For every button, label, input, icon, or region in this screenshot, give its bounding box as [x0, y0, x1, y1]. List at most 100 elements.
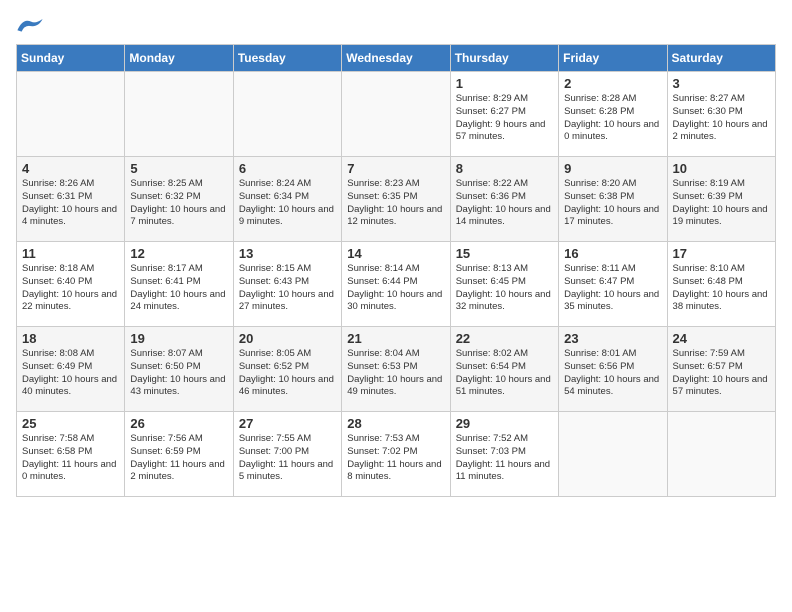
day-info: Sunrise: 8:19 AM Sunset: 6:39 PM Dayligh…	[673, 178, 770, 229]
day-info: Sunrise: 8:20 AM Sunset: 6:38 PM Dayligh…	[564, 178, 661, 229]
day-number: 9	[564, 161, 661, 176]
day-number: 21	[347, 331, 444, 346]
calendar-cell: 13 Sunrise: 8:15 AM Sunset: 6:43 PM Dayli…	[233, 242, 341, 327]
calendar-body: 1 Sunrise: 8:29 AM Sunset: 6:27 PM Daylig…	[17, 72, 776, 497]
calendar-cell: 28 Sunrise: 7:53 AM Sunset: 7:02 PM Dayli…	[342, 412, 450, 497]
day-info: Sunrise: 8:22 AM Sunset: 6:36 PM Dayligh…	[456, 178, 553, 229]
day-number: 29	[456, 416, 553, 431]
day-number: 6	[239, 161, 336, 176]
weekday-header-friday: Friday	[559, 45, 667, 72]
day-info: Sunrise: 7:53 AM Sunset: 7:02 PM Dayligh…	[347, 433, 444, 484]
day-number: 3	[673, 76, 770, 91]
calendar-cell	[233, 72, 341, 157]
day-number: 12	[130, 246, 227, 261]
calendar-cell: 5 Sunrise: 8:25 AM Sunset: 6:32 PM Daylig…	[125, 157, 233, 242]
calendar-cell: 24 Sunrise: 7:59 AM Sunset: 6:57 PM Dayli…	[667, 327, 775, 412]
calendar-cell: 2Sunrise: 8:28 AM Sunset: 6:28 PM Daylig…	[559, 72, 667, 157]
calendar-cell: 8 Sunrise: 8:22 AM Sunset: 6:36 PM Daylig…	[450, 157, 558, 242]
day-number: 7	[347, 161, 444, 176]
day-number: 15	[456, 246, 553, 261]
calendar-cell: 29 Sunrise: 7:52 AM Sunset: 7:03 PM Dayli…	[450, 412, 558, 497]
day-info: Sunrise: 8:14 AM Sunset: 6:44 PM Dayligh…	[347, 263, 444, 314]
day-number: 11	[22, 246, 119, 261]
day-number: 27	[239, 416, 336, 431]
day-info: Sunrise: 8:26 AM Sunset: 6:31 PM Dayligh…	[22, 178, 119, 229]
day-number: 2	[564, 76, 661, 91]
day-number: 4	[22, 161, 119, 176]
calendar-cell: 25 Sunrise: 7:58 AM Sunset: 6:58 PM Dayli…	[17, 412, 125, 497]
calendar-cell: 17 Sunrise: 8:10 AM Sunset: 6:48 PM Dayli…	[667, 242, 775, 327]
day-info: Sunrise: 7:55 AM Sunset: 7:00 PM Dayligh…	[239, 433, 336, 484]
day-number: 10	[673, 161, 770, 176]
calendar-cell: 6 Sunrise: 8:24 AM Sunset: 6:34 PM Daylig…	[233, 157, 341, 242]
calendar-cell: 19 Sunrise: 8:07 AM Sunset: 6:50 PM Dayli…	[125, 327, 233, 412]
calendar-cell: 7 Sunrise: 8:23 AM Sunset: 6:35 PM Daylig…	[342, 157, 450, 242]
day-info: Sunrise: 8:04 AM Sunset: 6:53 PM Dayligh…	[347, 348, 444, 399]
calendar-week-row: 18 Sunrise: 8:08 AM Sunset: 6:49 PM Dayli…	[17, 327, 776, 412]
calendar-cell: 10 Sunrise: 8:19 AM Sunset: 6:39 PM Dayli…	[667, 157, 775, 242]
weekday-header-saturday: Saturday	[667, 45, 775, 72]
calendar-cell: 15 Sunrise: 8:13 AM Sunset: 6:45 PM Dayli…	[450, 242, 558, 327]
calendar-cell: 4 Sunrise: 8:26 AM Sunset: 6:31 PM Daylig…	[17, 157, 125, 242]
day-info: Sunrise: 8:15 AM Sunset: 6:43 PM Dayligh…	[239, 263, 336, 314]
day-info: Sunrise: 8:13 AM Sunset: 6:45 PM Dayligh…	[456, 263, 553, 314]
day-number: 5	[130, 161, 227, 176]
calendar-week-row: 11 Sunrise: 8:18 AM Sunset: 6:40 PM Dayli…	[17, 242, 776, 327]
day-number: 1	[456, 76, 553, 91]
calendar-cell	[125, 72, 233, 157]
day-info: Sunrise: 8:24 AM Sunset: 6:34 PM Dayligh…	[239, 178, 336, 229]
calendar-week-row: 4 Sunrise: 8:26 AM Sunset: 6:31 PM Daylig…	[17, 157, 776, 242]
calendar-cell: 1 Sunrise: 8:29 AM Sunset: 6:27 PM Daylig…	[450, 72, 558, 157]
calendar-cell: 22 Sunrise: 8:02 AM Sunset: 6:54 PM Dayli…	[450, 327, 558, 412]
weekday-header-wednesday: Wednesday	[342, 45, 450, 72]
weekday-header-row: SundayMondayTuesdayWednesdayThursdayFrid…	[17, 45, 776, 72]
day-info: Sunrise: 8:23 AM Sunset: 6:35 PM Dayligh…	[347, 178, 444, 229]
day-info: Sunrise: 8:18 AM Sunset: 6:40 PM Dayligh…	[22, 263, 119, 314]
logo	[16, 16, 44, 36]
weekday-header-thursday: Thursday	[450, 45, 558, 72]
day-info: Sunrise: 8:07 AM Sunset: 6:50 PM Dayligh…	[130, 348, 227, 399]
day-info: Sunrise: 8:27 AM Sunset: 6:30 PM Dayligh…	[673, 93, 770, 144]
day-info: Sunrise: 8:10 AM Sunset: 6:48 PM Dayligh…	[673, 263, 770, 314]
day-info: Sunrise: 8:02 AM Sunset: 6:54 PM Dayligh…	[456, 348, 553, 399]
logo-bird-icon	[16, 16, 44, 36]
calendar-week-row: 1 Sunrise: 8:29 AM Sunset: 6:27 PM Daylig…	[17, 72, 776, 157]
day-info: Sunrise: 8:29 AM Sunset: 6:27 PM Dayligh…	[456, 93, 553, 144]
weekday-header-sunday: Sunday	[17, 45, 125, 72]
day-info: Sunrise: 7:58 AM Sunset: 6:58 PM Dayligh…	[22, 433, 119, 484]
calendar-cell: 26Sunrise: 7:56 AM Sunset: 6:59 PM Dayli…	[125, 412, 233, 497]
calendar-cell	[559, 412, 667, 497]
day-info: Sunrise: 8:05 AM Sunset: 6:52 PM Dayligh…	[239, 348, 336, 399]
calendar-cell: 18 Sunrise: 8:08 AM Sunset: 6:49 PM Dayli…	[17, 327, 125, 412]
day-number: 23	[564, 331, 661, 346]
day-number: 17	[673, 246, 770, 261]
calendar-table: SundayMondayTuesdayWednesdayThursdayFrid…	[16, 44, 776, 497]
calendar-cell: 9 Sunrise: 8:20 AM Sunset: 6:38 PM Daylig…	[559, 157, 667, 242]
day-number: 28	[347, 416, 444, 431]
weekday-header-tuesday: Tuesday	[233, 45, 341, 72]
calendar-cell: 3 Sunrise: 8:27 AM Sunset: 6:30 PM Daylig…	[667, 72, 775, 157]
day-info: Sunrise: 8:17 AM Sunset: 6:41 PM Dayligh…	[130, 263, 227, 314]
calendar-cell: 16Sunrise: 8:11 AM Sunset: 6:47 PM Dayli…	[559, 242, 667, 327]
day-number: 20	[239, 331, 336, 346]
day-info: Sunrise: 7:59 AM Sunset: 6:57 PM Dayligh…	[673, 348, 770, 399]
day-info: Sunrise: 8:25 AM Sunset: 6:32 PM Dayligh…	[130, 178, 227, 229]
day-number: 22	[456, 331, 553, 346]
day-info: Sunrise: 8:11 AM Sunset: 6:47 PM Dayligh…	[564, 263, 661, 314]
calendar-cell: 12 Sunrise: 8:17 AM Sunset: 6:41 PM Dayli…	[125, 242, 233, 327]
day-number: 18	[22, 331, 119, 346]
calendar-cell	[667, 412, 775, 497]
calendar-cell: 14 Sunrise: 8:14 AM Sunset: 6:44 PM Dayli…	[342, 242, 450, 327]
day-number: 25	[22, 416, 119, 431]
weekday-header-monday: Monday	[125, 45, 233, 72]
day-info: Sunrise: 8:08 AM Sunset: 6:49 PM Dayligh…	[22, 348, 119, 399]
day-number: 14	[347, 246, 444, 261]
day-number: 19	[130, 331, 227, 346]
day-number: 24	[673, 331, 770, 346]
calendar-cell	[342, 72, 450, 157]
calendar-cell: 27 Sunrise: 7:55 AM Sunset: 7:00 PM Dayli…	[233, 412, 341, 497]
day-info: Sunrise: 8:01 AM Sunset: 6:56 PM Dayligh…	[564, 348, 661, 399]
day-number: 13	[239, 246, 336, 261]
day-info: Sunrise: 7:52 AM Sunset: 7:03 PM Dayligh…	[456, 433, 553, 484]
day-number: 8	[456, 161, 553, 176]
